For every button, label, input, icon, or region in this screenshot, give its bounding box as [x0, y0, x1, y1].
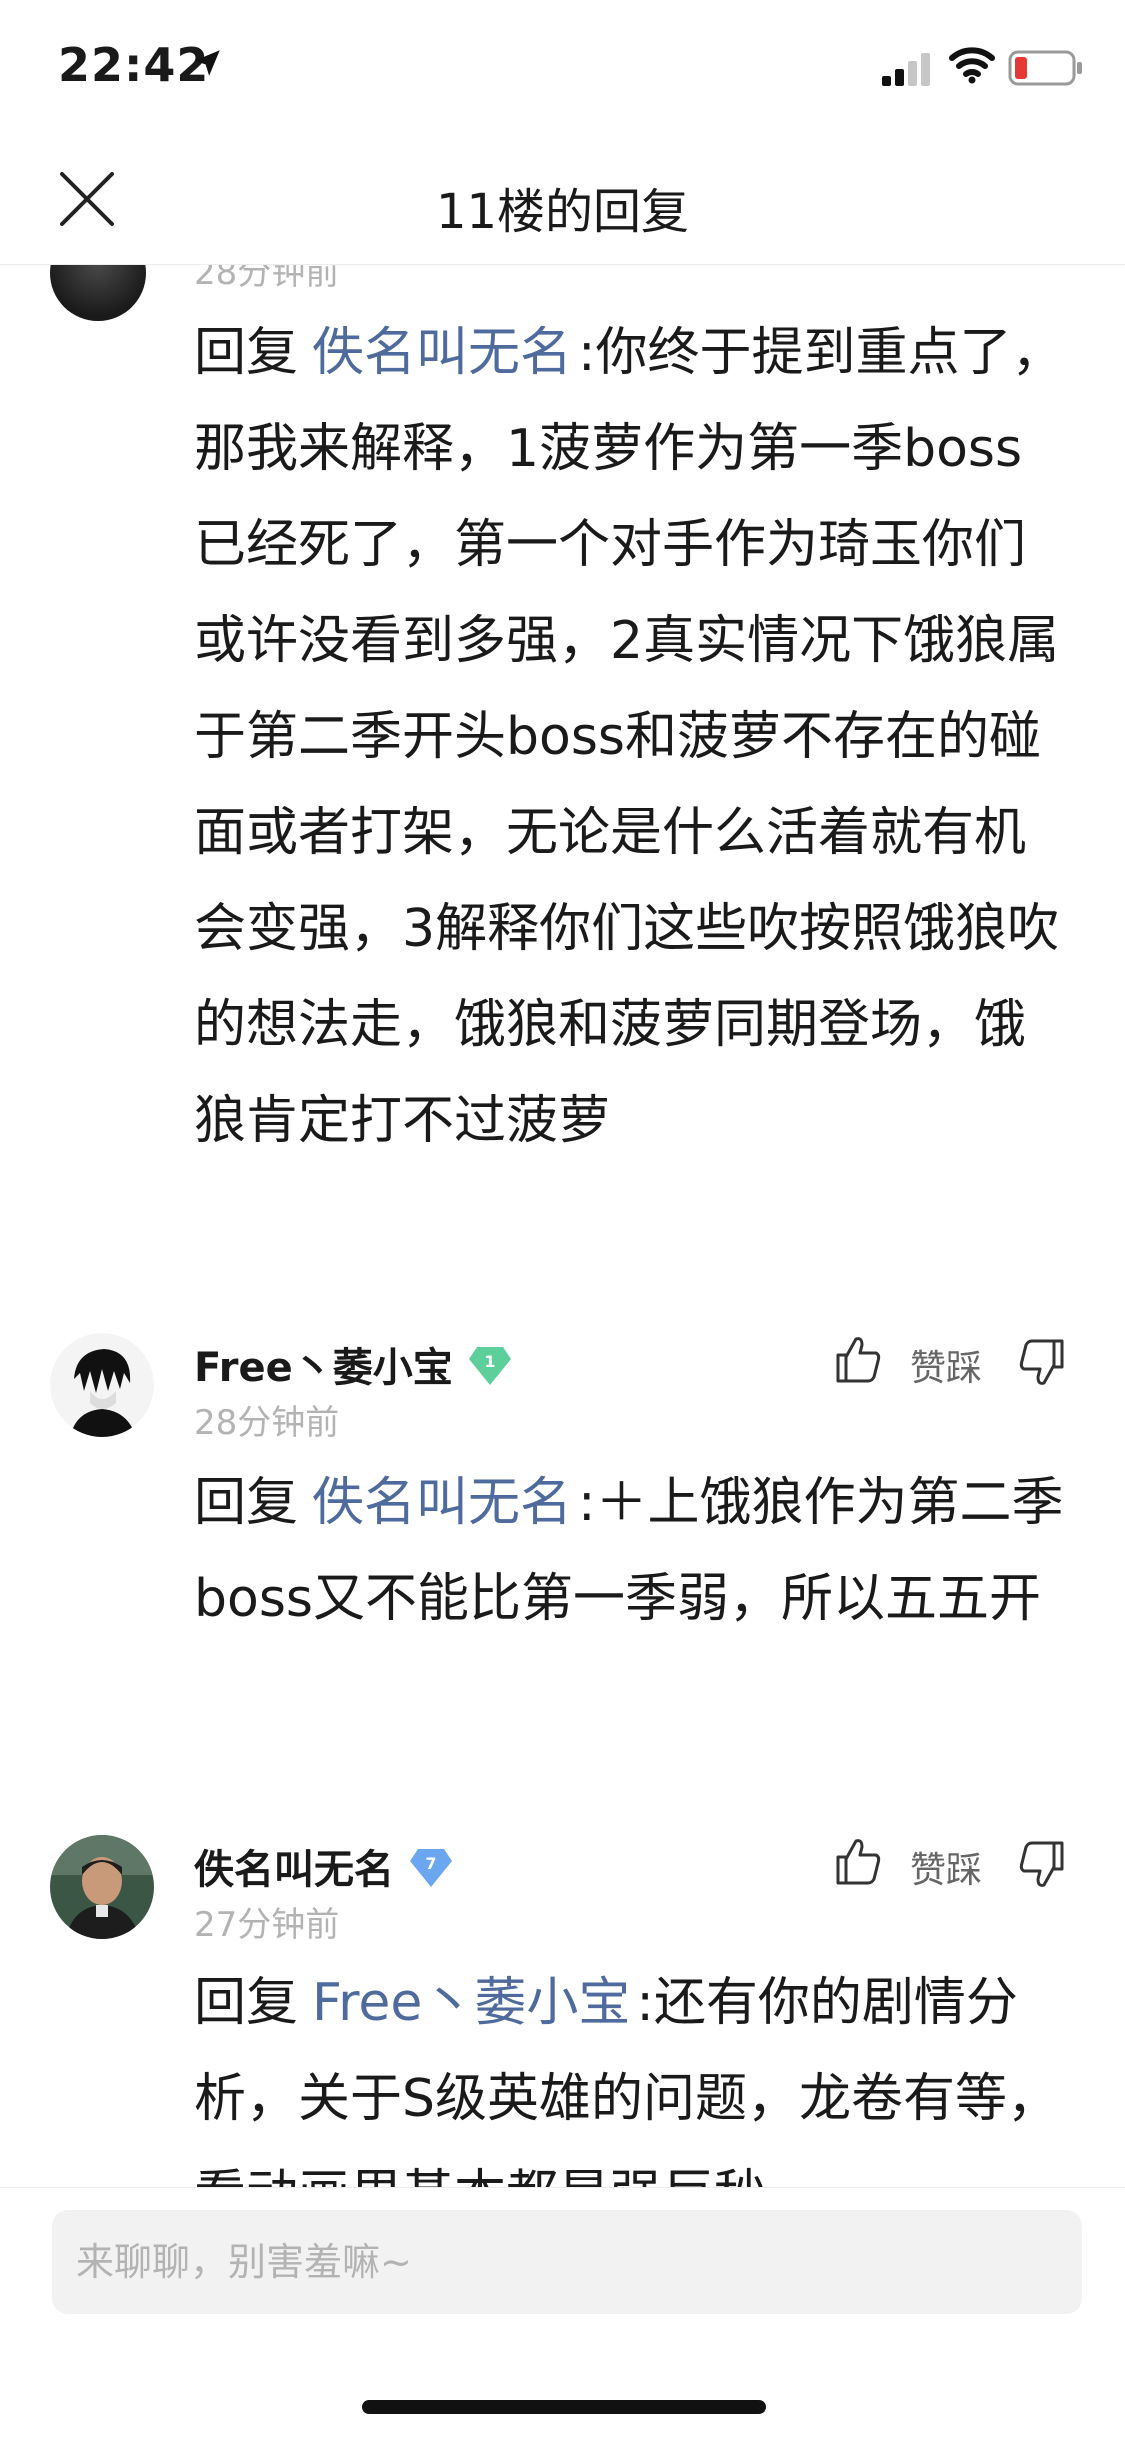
reply-target-link[interactable]: 佚名叫无名	[312, 1473, 572, 1533]
reply-content: 回复 佚名叫无名:＋上饿狼作为第二季boss又不能比第一季弱，所以五五开	[194, 1455, 1074, 1647]
svg-text:7: 7	[425, 1854, 436, 1873]
bottom-input-bar	[0, 2187, 1125, 2437]
page-title: 11楼的回复	[435, 184, 690, 240]
level-badge-icon: 7	[410, 1849, 452, 1887]
svg-text:1: 1	[484, 1352, 495, 1371]
reply-content: 回复Free丶萎小宝:还有你的剧情分析，关于S级英雄的问题，龙卷有等，看动画里基…	[194, 1955, 1074, 2187]
vote-label: 赞踩	[910, 1850, 983, 1891]
reply-prefix: 回复	[194, 1973, 299, 2033]
thumbs-up-icon[interactable]	[832, 1333, 884, 1385]
cellular-signal-icon	[882, 53, 930, 86]
reply-target-link[interactable]: Free丶萎小宝	[312, 1973, 630, 2033]
reply-target-link[interactable]: 佚名叫无名	[312, 323, 572, 383]
location-arrow-icon	[194, 50, 220, 76]
reply-body: :你终于提到重点了，那我来解释，1菠萝作为第一季boss已经死了，第一个对手作为…	[194, 323, 1064, 1151]
reply-content: 回复 佚名叫无名:你终于提到重点了，那我来解释，1菠萝作为第一季boss已经死了，…	[194, 305, 1074, 1169]
post-time: 27分钟前	[194, 1905, 340, 1945]
post-time: 28分钟前	[194, 1403, 340, 1443]
reply-prefix: 回复	[194, 1473, 299, 1533]
avatar[interactable]	[50, 1835, 154, 1939]
reply-list[interactable]: 28分钟前 回复 佚名叫无名:你终于提到重点了，那我来解释，1菠萝作为第一季bos…	[0, 265, 1125, 2187]
reply-prefix: 回复	[194, 323, 299, 383]
comment-item: Free丶萎小宝 1 28分钟前 赞踩	[0, 1333, 1125, 1453]
post-time: 28分钟前	[194, 265, 340, 293]
avatar[interactable]	[50, 1333, 154, 1437]
home-indicator[interactable]	[362, 2400, 766, 2414]
level-badge-icon: 1	[468, 1347, 511, 1385]
thumbs-down-icon[interactable]	[1016, 1839, 1068, 1891]
avatar[interactable]	[50, 265, 146, 321]
wifi-icon	[949, 47, 995, 84]
status-time: 22:42	[58, 38, 210, 92]
vote-label: 赞踩	[910, 1348, 983, 1389]
thumbs-up-icon[interactable]	[832, 1835, 884, 1887]
user-name[interactable]: Free丶萎小宝 1	[194, 1335, 513, 1393]
comment-item: 佚名叫无名 7 27分钟前 赞踩	[0, 1835, 1125, 1955]
comment-input[interactable]	[52, 2210, 1082, 2314]
user-name[interactable]: 佚名叫无名 7	[194, 1837, 454, 1895]
nav-bar: 11楼的回复	[0, 132, 1125, 265]
battery-low-icon	[1008, 50, 1082, 86]
thumbs-down-icon[interactable]	[1016, 1337, 1068, 1389]
status-bar: 22:42	[0, 0, 1125, 132]
